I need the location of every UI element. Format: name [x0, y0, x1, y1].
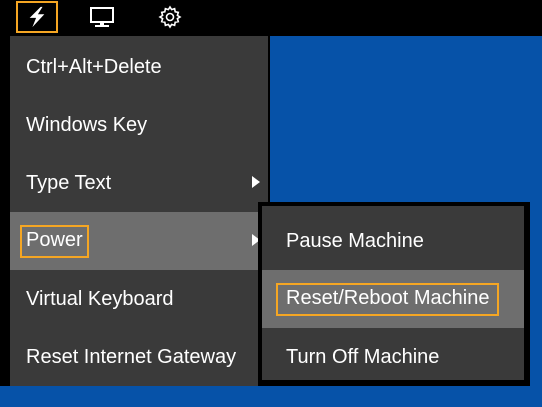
menu-item-reset-internet-gateway[interactable]: Reset Internet Gateway	[10, 328, 268, 386]
display-button[interactable]	[82, 1, 122, 33]
gear-icon	[158, 5, 182, 29]
menu-item-label: Power	[20, 224, 89, 258]
submenu-item-reset-reboot-machine[interactable]: Reset/Reboot Machine	[262, 270, 524, 328]
submenu-item-label: Turn Off Machine	[286, 345, 440, 368]
submenu-arrow-icon	[252, 176, 260, 188]
submenu-item-label: Reset/Reboot Machine	[276, 282, 500, 316]
menu-item-windows-key[interactable]: Windows Key	[10, 96, 268, 154]
menu-item-label: Ctrl+Alt+Delete	[26, 55, 162, 78]
lightning-bolt-icon	[29, 6, 45, 28]
power-menu-button[interactable]	[16, 1, 58, 33]
settings-button[interactable]	[150, 1, 190, 33]
power-submenu: Pause Machine Reset/Reboot Machine Turn …	[258, 202, 530, 386]
power-menu: Ctrl+Alt+Delete Windows Key Type Text Po…	[6, 36, 270, 386]
menu-item-label: Reset Internet Gateway	[26, 345, 237, 368]
menu-item-label: Windows Key	[26, 113, 148, 136]
submenu-item-label: Pause Machine	[286, 229, 424, 252]
monitor-icon	[90, 7, 114, 27]
menu-item-type-text[interactable]: Type Text	[10, 154, 268, 212]
remote-desktop-area-bottom[interactable]	[0, 386, 542, 407]
menu-item-label: Virtual Keyboard	[26, 287, 174, 310]
menu-item-power[interactable]: Power	[10, 212, 268, 270]
menu-item-ctrl-alt-delete[interactable]: Ctrl+Alt+Delete	[10, 38, 268, 96]
submenu-item-turn-off-machine[interactable]: Turn Off Machine	[262, 328, 524, 386]
menu-item-label: Type Text	[26, 171, 112, 194]
toolbar	[0, 0, 542, 36]
menu-item-virtual-keyboard[interactable]: Virtual Keyboard	[10, 270, 268, 328]
submenu-item-pause-machine[interactable]: Pause Machine	[262, 212, 524, 270]
